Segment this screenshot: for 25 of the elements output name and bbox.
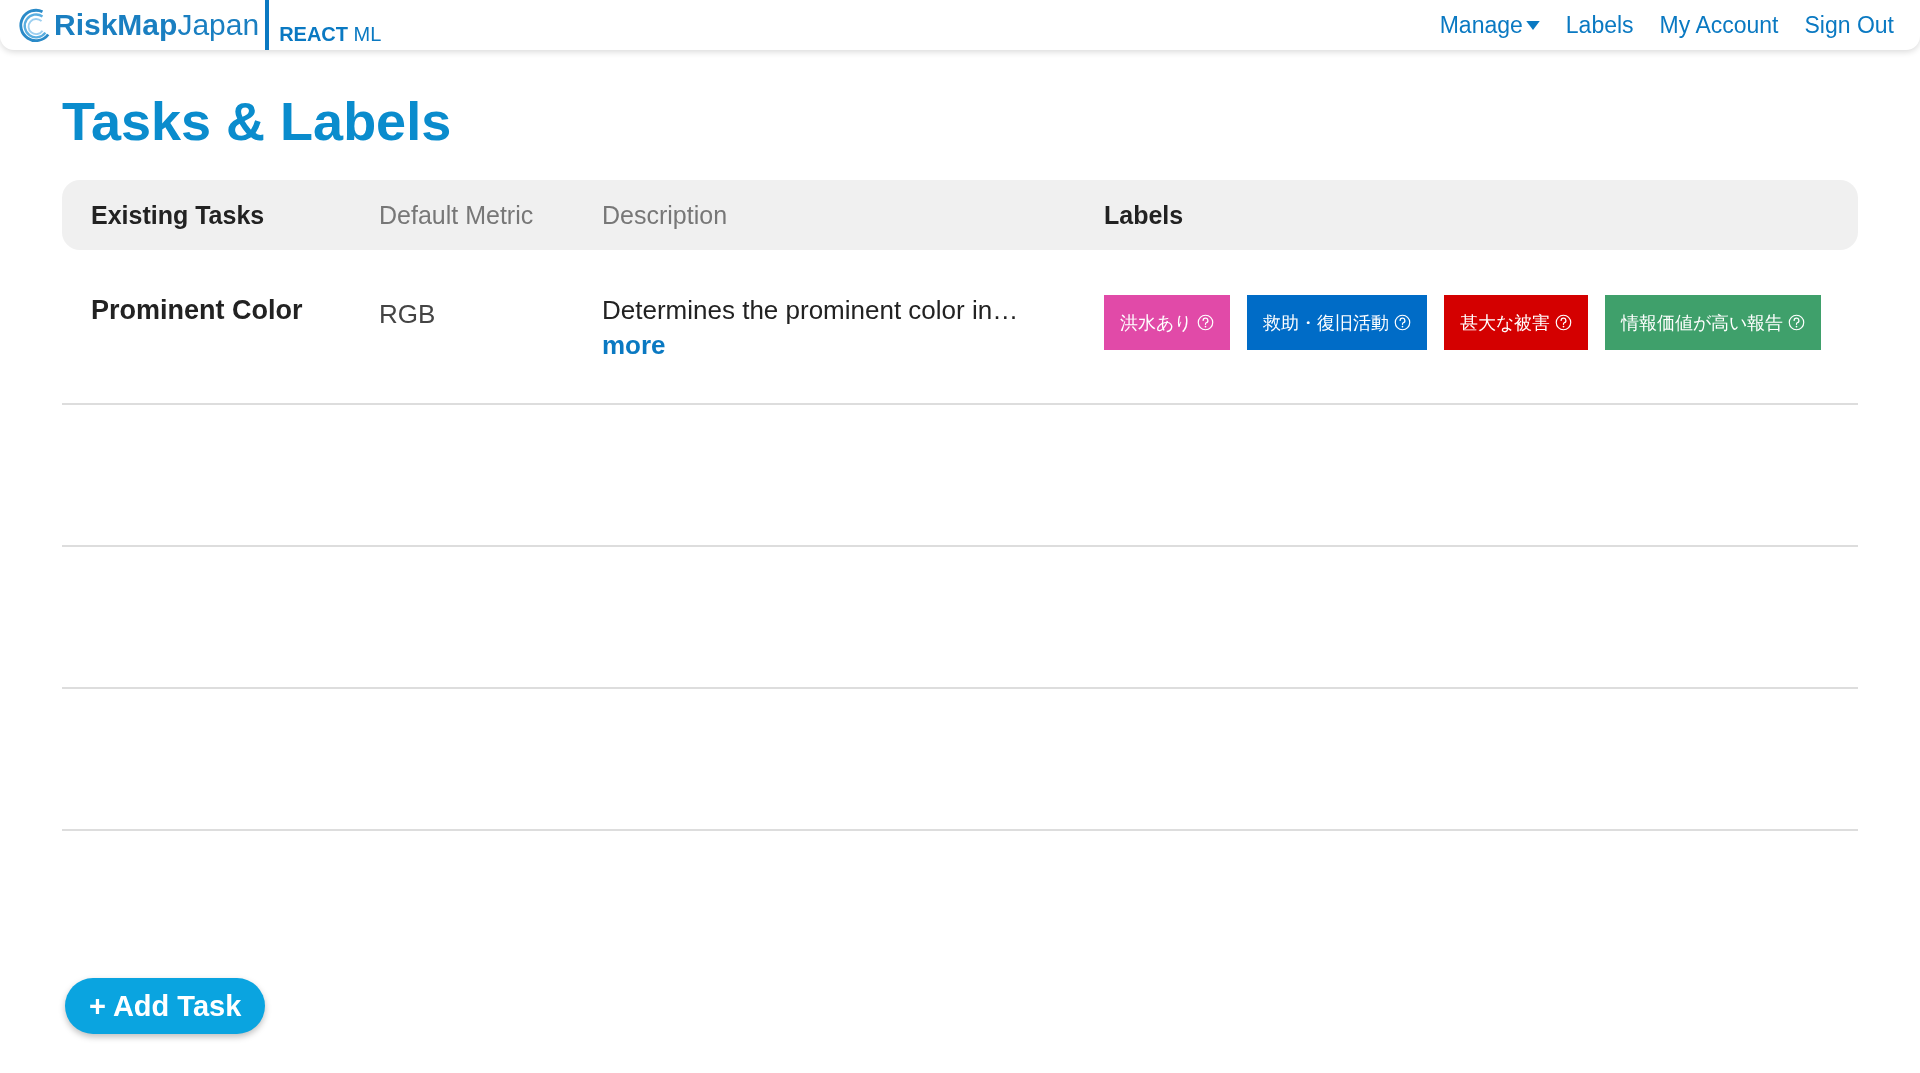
help-icon[interactable] (1788, 314, 1805, 331)
help-icon[interactable] (1394, 314, 1411, 331)
column-header: Description (602, 200, 729, 230)
label-tag[interactable]: 洪水あり (1104, 295, 1230, 350)
add-task-button[interactable]: + Add Task (65, 978, 266, 1034)
nav-link[interactable]: Manage (1439, 11, 1540, 39)
page-title: Tasks & Labels (62, 90, 453, 152)
caret-icon (1525, 20, 1540, 30)
nav-link[interactable]: Sign Out (1804, 11, 1894, 39)
label-tag[interactable]: 救助・復旧活動 (1247, 295, 1427, 350)
description-text: Determines the prominent color in… (602, 295, 1020, 326)
more-link[interactable]: more (602, 330, 1104, 361)
metric-cell-text: RGB (379, 298, 437, 330)
nav-link[interactable]: My Account (1659, 11, 1779, 39)
label-tag[interactable]: 甚大な被害 (1444, 295, 1588, 350)
nav-link[interactable]: Labels (1565, 11, 1634, 39)
column-header: Existing Tasks (90, 200, 266, 230)
help-icon[interactable] (1197, 314, 1214, 331)
task-name: Prominent Color (90, 295, 304, 326)
help-icon[interactable] (1555, 314, 1572, 331)
column-header: Labels (1104, 200, 1185, 230)
column-header: Default Metric (379, 200, 535, 230)
brand-name[interactable]: RiskMapJapan (54, 0, 270, 50)
label-tag[interactable]: 情報価値が高い報告 (1605, 295, 1821, 350)
product-name: REACT ML (279, 22, 382, 46)
